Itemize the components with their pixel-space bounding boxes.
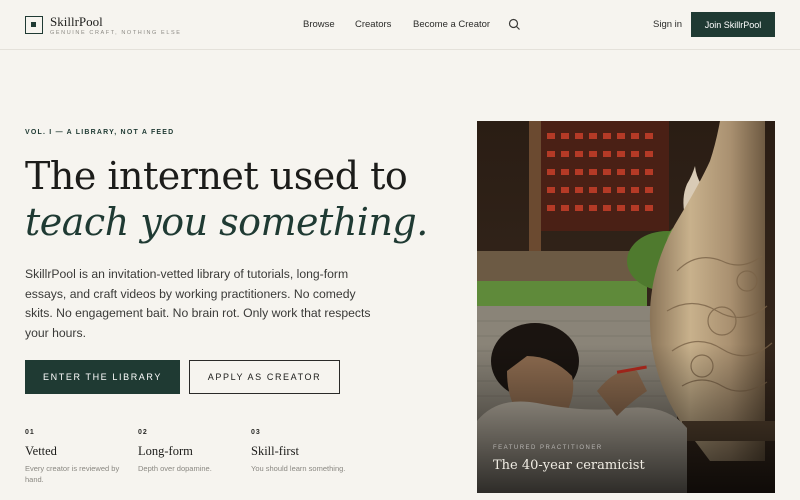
hero-headline-line-1: The internet used to: [25, 154, 408, 198]
top-navigation: SkillrPool GENUINE CRAFT, NOTHING ELSE B…: [0, 0, 800, 50]
feature-description: You should learn something.: [251, 464, 346, 473]
nav-link-creators[interactable]: Creators: [355, 19, 391, 30]
brand-name[interactable]: SkillrPool: [50, 14, 103, 30]
hero-eyebrow: VOL. I — A LIBRARY, NOT A FEED: [25, 129, 175, 136]
logo-icon[interactable]: [25, 16, 43, 34]
feature-description: Depth over dopamine.: [138, 464, 212, 473]
feature-title: Skill-first: [251, 444, 299, 458]
hero-headline-line-2: teach you something.: [25, 200, 428, 244]
search-icon[interactable]: [508, 18, 521, 31]
photo-label: FEATURED PRACTITIONER: [493, 445, 603, 451]
feature-description: Every creator is reviewed by hand.: [25, 464, 120, 484]
join-button[interactable]: Join SkillrPool: [691, 12, 775, 37]
sign-in-link[interactable]: Sign in: [653, 19, 682, 30]
feature-title: Vetted: [25, 444, 57, 458]
feature-long-form: 02 Long-form Depth over dopamine.: [138, 429, 248, 474]
photo-caption: The 40-year ceramicist: [493, 458, 645, 473]
enter-library-button[interactable]: ENTER THE LIBRARY: [25, 360, 180, 394]
feature-number: 03: [251, 429, 261, 436]
feature-skill-first: 03 Skill-first You should learn somethin…: [251, 429, 361, 474]
nav-link-become-creator[interactable]: Become a Creator: [413, 19, 490, 30]
feature-number: 02: [138, 429, 148, 436]
nav-link-browse[interactable]: Browse: [303, 19, 335, 30]
ceramicist-illustration: [477, 121, 775, 493]
apply-creator-button[interactable]: APPLY AS CREATOR: [189, 360, 340, 394]
feature-title: Long-form: [138, 444, 193, 458]
feature-number: 01: [25, 429, 35, 436]
brand-tagline: GENUINE CRAFT, NOTHING ELSE: [50, 30, 182, 36]
feature-vetted: 01 Vetted Every creator is reviewed by h…: [25, 429, 135, 485]
featured-practitioner-photo[interactable]: FEATURED PRACTITIONER The 40-year cerami…: [477, 121, 775, 493]
hero-description: SkillrPool is an invitation-vetted libra…: [25, 267, 371, 340]
